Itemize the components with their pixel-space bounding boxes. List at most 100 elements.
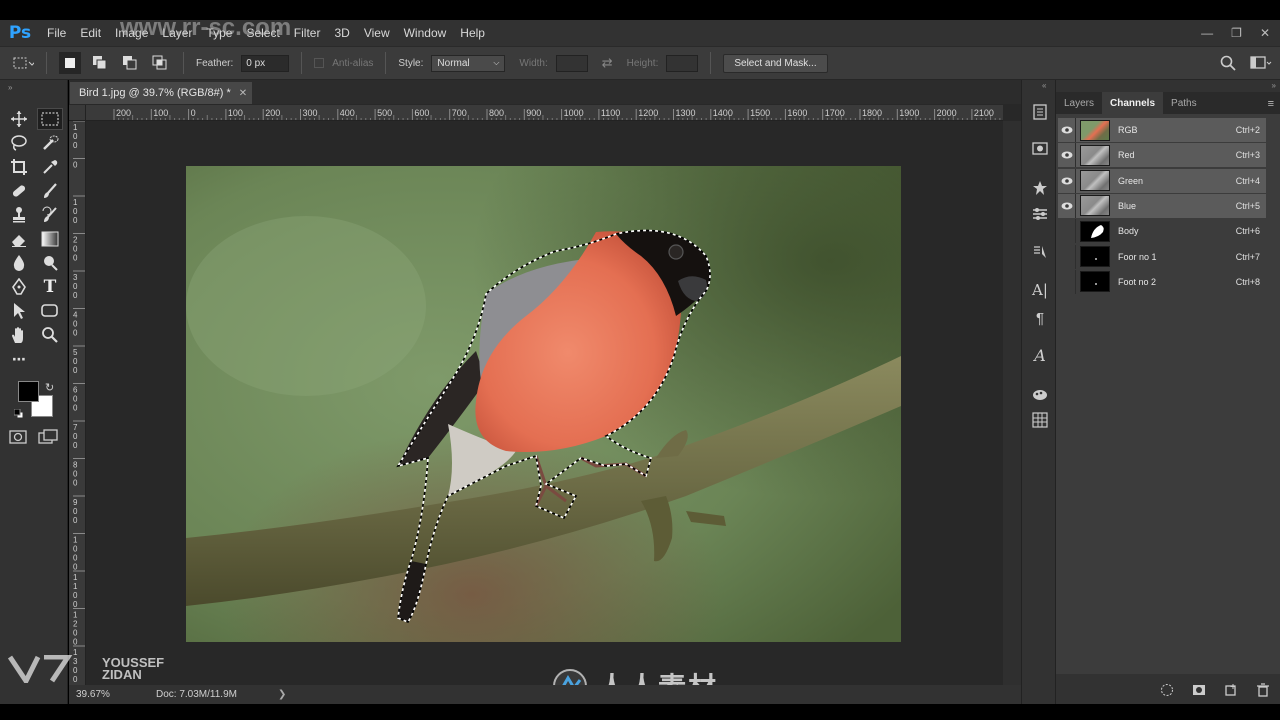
zoom-level[interactable]: 39.67% — [76, 689, 156, 700]
more-tools-icon[interactable]: ⋯ — [6, 348, 32, 370]
visibility-eye-icon[interactable] — [1058, 219, 1076, 244]
collapse-arrows-icon[interactable]: » — [8, 83, 12, 92]
path-selection-tool-icon[interactable] — [6, 300, 32, 322]
close-tab-icon[interactable]: ✕ — [239, 88, 247, 99]
bird-photo-canvas[interactable] — [186, 166, 901, 642]
properties-panel-icon[interactable] — [1030, 138, 1050, 158]
eyedropper-tool-icon[interactable] — [37, 156, 63, 178]
rect-marquee-tool-icon[interactable] — [37, 108, 63, 130]
feather-input[interactable]: 0 px — [241, 54, 290, 72]
hand-tool-icon[interactable] — [6, 324, 32, 346]
clone-stamp-tool-icon[interactable] — [6, 204, 32, 226]
menu-help[interactable]: Help — [453, 26, 492, 40]
status-menu-arrow-icon[interactable]: ❯ — [278, 689, 286, 700]
antialias-label: Anti-alias — [332, 57, 374, 69]
visibility-eye-icon[interactable] — [1058, 118, 1076, 142]
menu-3d[interactable]: 3D — [327, 26, 356, 40]
blur-tool-icon[interactable] — [6, 252, 32, 274]
tab-paths[interactable]: Paths — [1163, 92, 1205, 114]
delete-channel-icon[interactable] — [1256, 682, 1270, 700]
timeline-panel-icon[interactable] — [1030, 410, 1050, 430]
adjustments-panel-icon[interactable] — [1030, 178, 1050, 198]
visibility-eye-icon[interactable] — [1058, 244, 1076, 269]
type-tool-icon[interactable]: T — [37, 276, 63, 298]
visibility-eye-icon[interactable] — [1058, 193, 1076, 218]
paragraph-panel-icon[interactable]: ¶ — [1030, 308, 1050, 328]
menu-edit[interactable]: Edit — [73, 26, 108, 40]
shape-tool-icon[interactable] — [37, 300, 63, 322]
tab-channels[interactable]: Channels — [1102, 92, 1164, 114]
close-icon[interactable]: ✕ — [1260, 26, 1270, 40]
brush-settings-icon[interactable] — [1030, 242, 1050, 262]
channel-row-foot-no-2[interactable]: Foot no 2 Ctrl+8 — [1058, 269, 1266, 294]
menu-file[interactable]: File — [40, 26, 73, 40]
history-panel-icon[interactable] — [1030, 102, 1050, 122]
channel-row-green[interactable]: Green Ctrl+4 — [1058, 168, 1266, 193]
marquee-preset-icon[interactable] — [12, 52, 34, 74]
crop-tool-icon[interactable] — [6, 156, 32, 178]
foreground-color-swatch[interactable] — [18, 381, 39, 402]
move-tool-icon[interactable] — [6, 108, 32, 130]
ruler-label: 0 — [73, 441, 78, 450]
vertical-scrollbar[interactable] — [1003, 121, 1021, 685]
ruler-label: 1500 — [750, 108, 770, 118]
document-tab[interactable]: Bird 1.jpg @ 39.7% (RGB/8#) * ✕ — [70, 82, 252, 104]
channel-row-body[interactable]: Body Ctrl+6 — [1058, 219, 1266, 244]
screen-mode-icon[interactable] — [38, 429, 58, 448]
style-select[interactable]: Normal ⌵ — [431, 54, 506, 72]
lasso-tool-icon[interactable] — [6, 132, 32, 154]
menu-view[interactable]: View — [357, 26, 397, 40]
visibility-eye-icon[interactable] — [1058, 168, 1076, 193]
new-selection-icon[interactable] — [59, 52, 81, 74]
eraser-tool-icon[interactable] — [6, 228, 32, 250]
panel-dock: « A| ¶ A — [1021, 80, 1056, 704]
history-brush-tool-icon[interactable] — [37, 204, 63, 226]
zoom-tool-icon[interactable] — [37, 324, 63, 346]
swap-dimensions-icon[interactable]: ⇄ — [602, 55, 613, 71]
width-input[interactable] — [555, 54, 588, 72]
workspace-icon[interactable] — [1250, 55, 1272, 74]
menu-filter[interactable]: Filter — [287, 26, 328, 40]
new-channel-icon[interactable] — [1224, 683, 1238, 700]
channel-shortcut: Ctrl+5 — [1235, 200, 1260, 211]
subtract-selection-icon[interactable] — [119, 52, 141, 74]
save-selection-icon[interactable] — [1192, 683, 1206, 700]
collapse-arrows-icon[interactable]: « — [1042, 81, 1046, 90]
channel-row-foor-no-1[interactable]: Foor no 1 Ctrl+7 — [1058, 244, 1266, 269]
glyphs-panel-icon[interactable]: A — [1030, 345, 1050, 365]
default-colors-icon[interactable] — [13, 408, 24, 419]
visibility-eye-icon[interactable] — [1058, 143, 1076, 168]
character-panel-icon[interactable]: A| — [1030, 280, 1050, 300]
add-selection-icon[interactable] — [89, 52, 111, 74]
visibility-eye-icon[interactable] — [1058, 269, 1076, 294]
load-selection-icon[interactable] — [1160, 683, 1174, 700]
channel-row-rgb[interactable]: RGB Ctrl+2 — [1058, 118, 1266, 142]
intersect-selection-icon[interactable] — [149, 52, 171, 74]
channel-row-blue[interactable]: Blue Ctrl+5 — [1058, 193, 1266, 218]
dodge-tool-icon[interactable] — [37, 252, 63, 274]
ruler-origin[interactable] — [69, 105, 86, 121]
antialias-checkbox[interactable] — [314, 58, 325, 68]
restore-icon[interactable]: ❐ — [1231, 26, 1242, 40]
menu-window[interactable]: Window — [397, 26, 454, 40]
select-and-mask-button[interactable]: Select and Mask... — [723, 53, 828, 73]
healing-brush-tool-icon[interactable] — [6, 180, 32, 202]
search-icon[interactable] — [1220, 55, 1236, 74]
panel-menu-icon[interactable]: ≡ — [1262, 98, 1280, 114]
ruler-label: 0 — [73, 329, 78, 338]
horizontal-ruler[interactable]: 200 100 0 100 200 300 400 500 600 700 800 900 1000 11… — [86, 105, 1003, 121]
swap-colors-icon[interactable]: ↻ — [45, 381, 54, 394]
minimize-icon[interactable]: — — [1201, 26, 1213, 40]
brush-tool-icon[interactable] — [37, 180, 63, 202]
tab-layers[interactable]: Layers — [1056, 92, 1102, 114]
quick-mask-icon[interactable] — [9, 429, 27, 448]
channel-row-red[interactable]: Red Ctrl+3 — [1058, 143, 1266, 168]
quick-selection-tool-icon[interactable] — [37, 132, 63, 154]
height-input[interactable] — [666, 54, 699, 72]
collapse-arrows-icon[interactable]: » — [1272, 81, 1276, 90]
gradient-tool-icon[interactable] — [37, 228, 63, 250]
libraries-panel-icon[interactable] — [1030, 204, 1050, 224]
3d-panel-icon[interactable] — [1030, 384, 1050, 404]
pen-tool-icon[interactable] — [6, 276, 32, 298]
vertical-ruler[interactable]: 1000100200300400500600700800900100011001… — [69, 105, 86, 685]
